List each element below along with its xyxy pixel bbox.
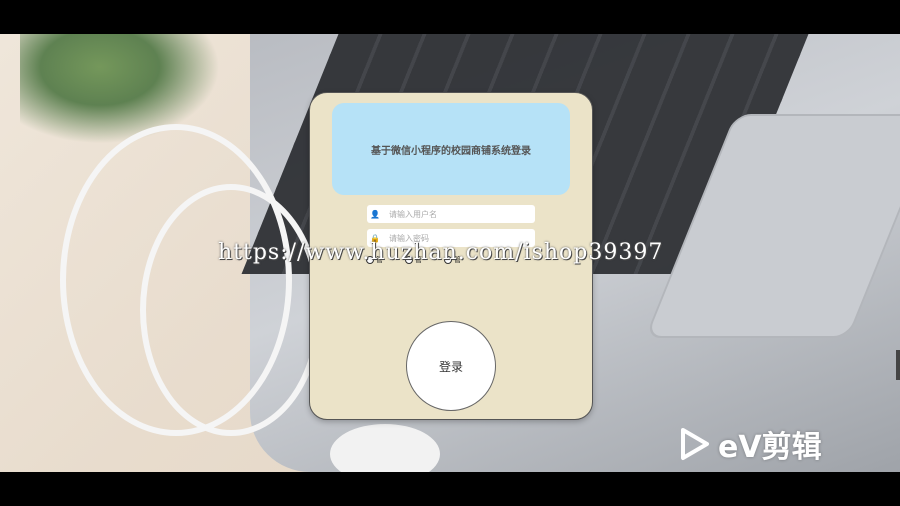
login-header: 基于微信小程序的校园商铺系统登录 xyxy=(332,103,570,195)
brand-text: eV剪辑 xyxy=(718,430,822,465)
letterbox-top xyxy=(0,0,900,34)
username-input[interactable] xyxy=(383,208,521,220)
login-title: 基于微信小程序的校园商铺系统登录 xyxy=(371,145,531,157)
login-button[interactable]: 登录 xyxy=(406,321,496,411)
play-icon xyxy=(681,428,709,460)
watermark-text: https://www.huzhan.com/ishop39397 xyxy=(218,240,664,265)
user-icon: 👤 xyxy=(370,209,380,219)
brand-logo: eV剪辑 xyxy=(680,422,822,466)
side-handle xyxy=(896,350,900,380)
username-field[interactable]: 👤 xyxy=(367,205,535,223)
cable-image xyxy=(140,184,322,436)
letterbox-bottom xyxy=(0,472,900,506)
